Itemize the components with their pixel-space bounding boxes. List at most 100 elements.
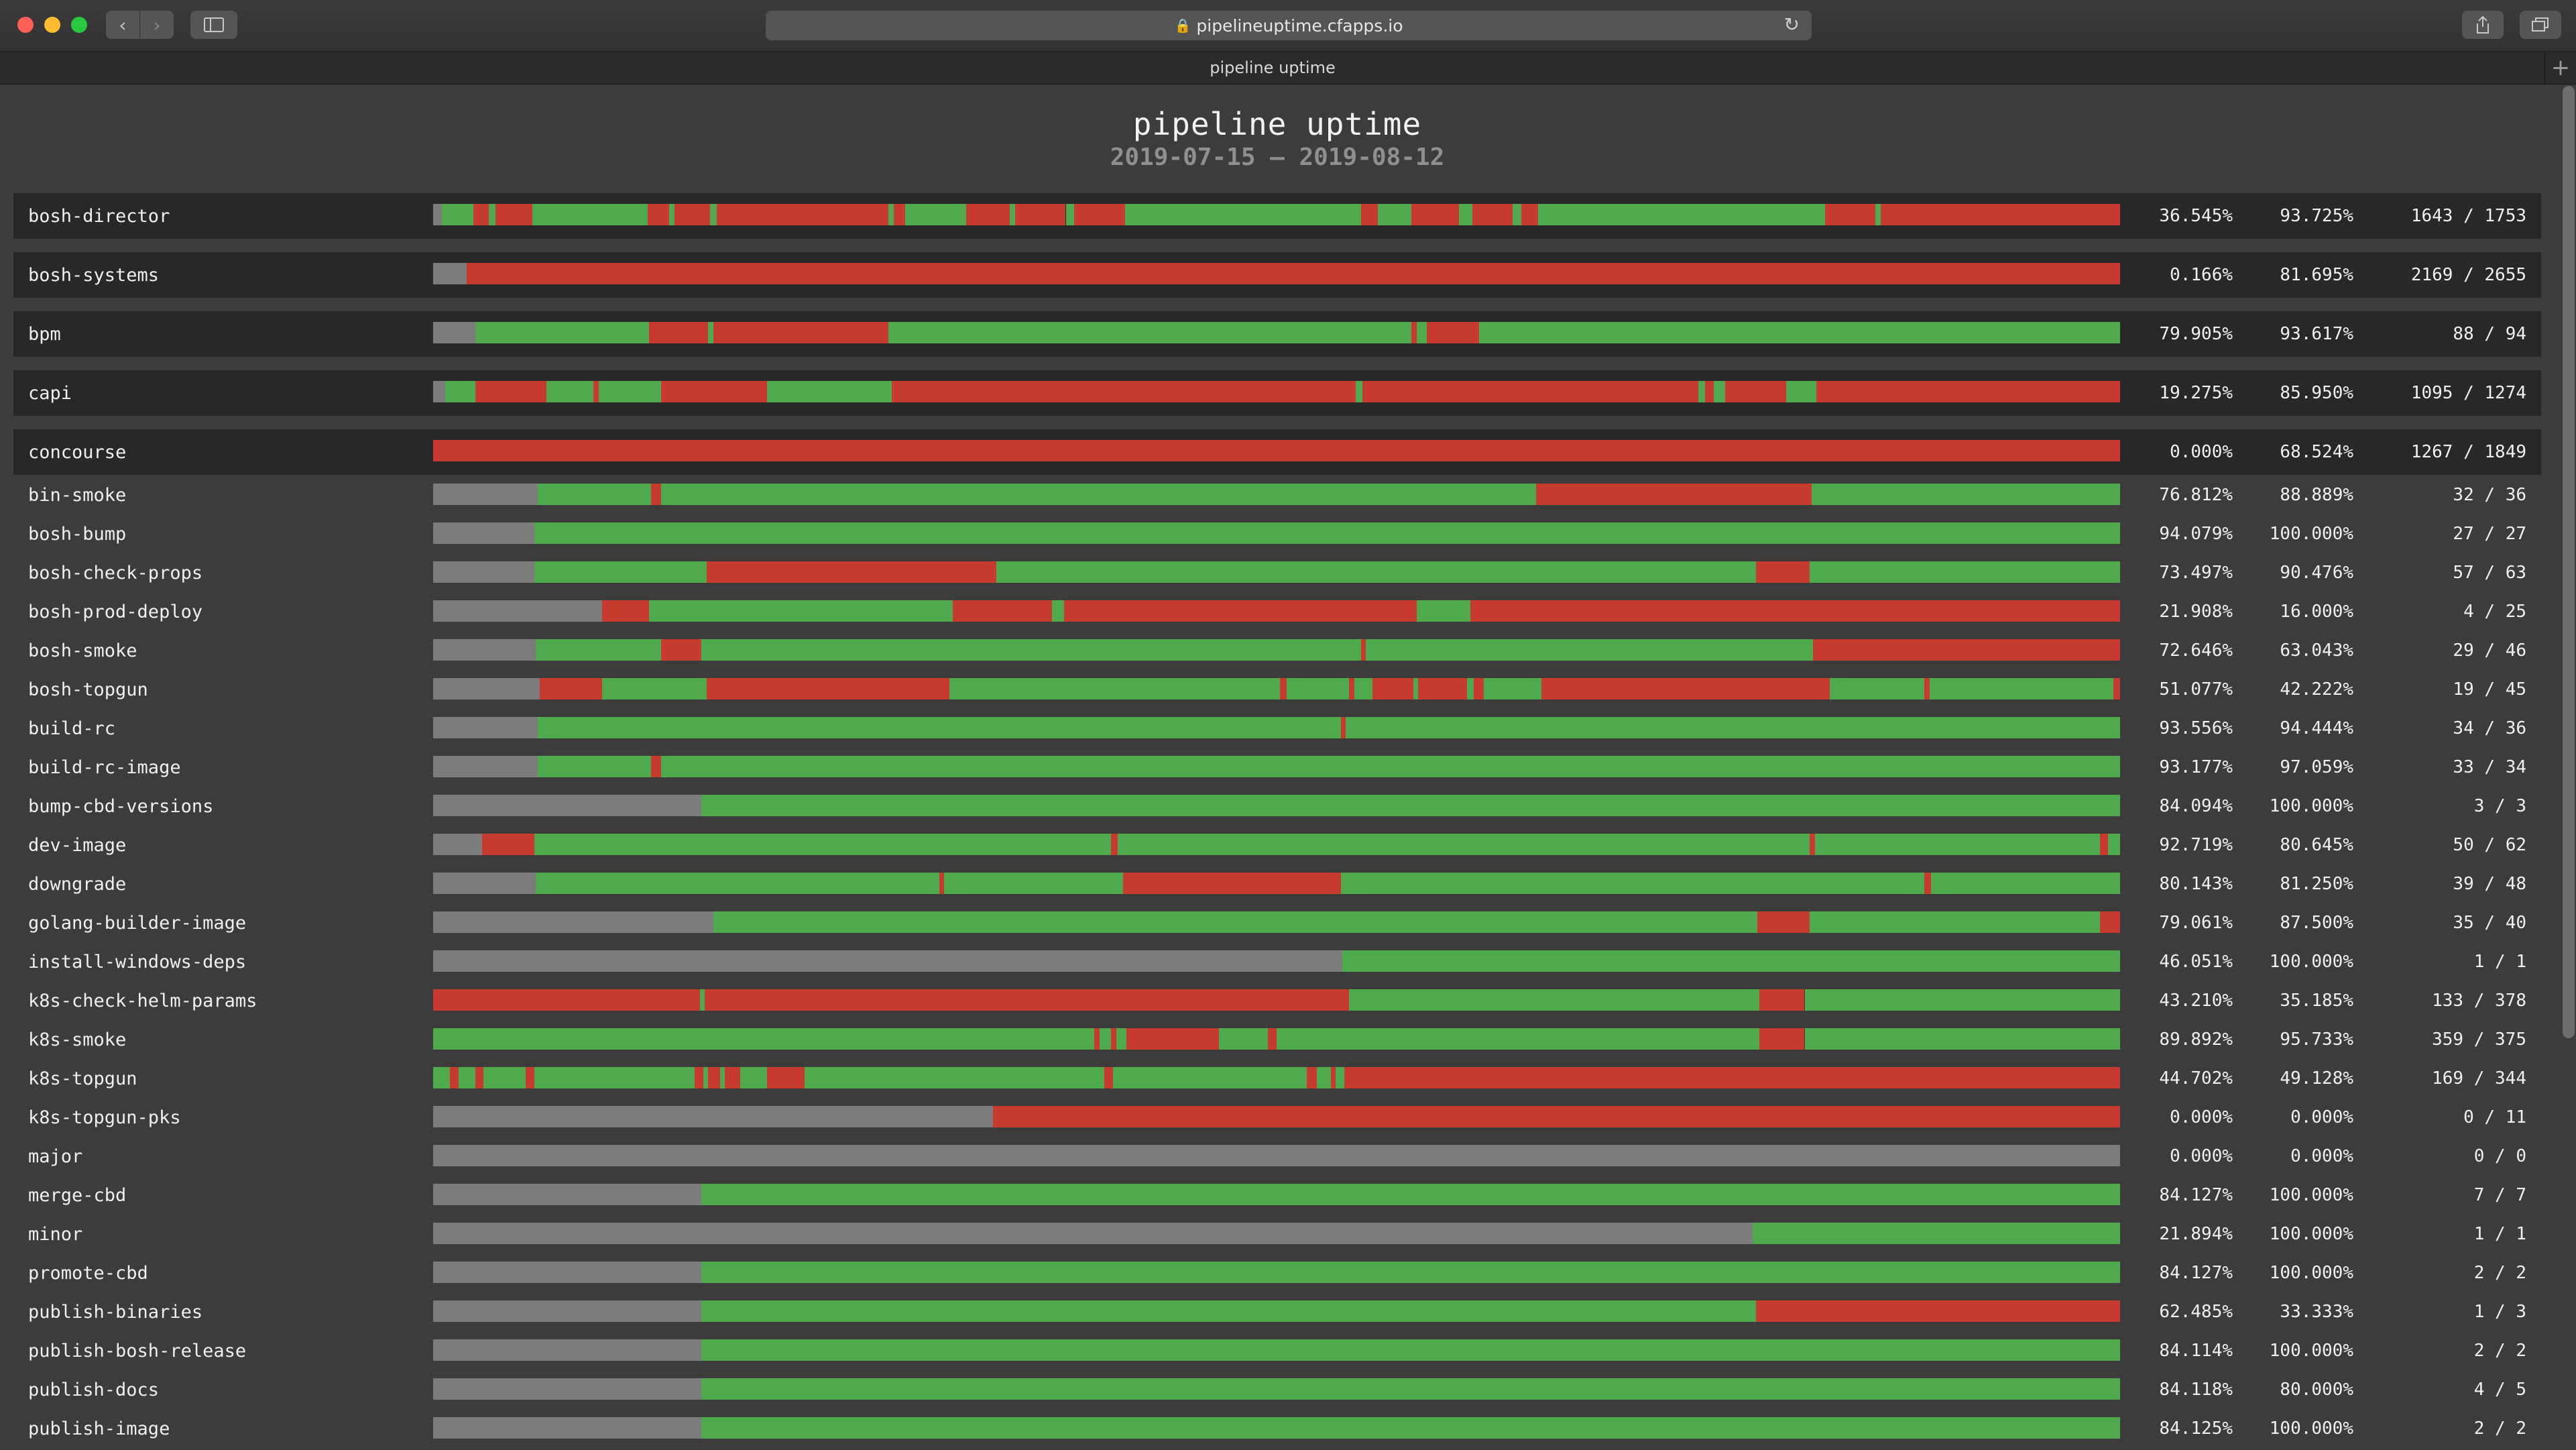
pipeline-name[interactable]: publish-binaries (28, 1294, 202, 1330)
pipeline-name[interactable]: build-rc-image (28, 749, 181, 785)
pipeline-name[interactable]: capi (28, 370, 72, 416)
job-row[interactable]: merge-cbd 84.127% 100.000% 7 / 7 (13, 1177, 2541, 1213)
job-row[interactable]: bump-cbd-versions 84.094% 100.000% 3 / 3 (13, 788, 2541, 824)
pipeline-row[interactable]: concourse 0.000% 68.524% 1267 / 1849 (13, 429, 2541, 475)
pipeline-name[interactable]: bump-cbd-versions (28, 788, 213, 824)
failure-segment (473, 204, 489, 225)
pipeline-name[interactable]: bosh-topgun (28, 671, 148, 708)
job-row[interactable]: build-rc 93.556% 94.444% 34 / 36 (13, 710, 2541, 746)
job-row[interactable]: install-windows-deps 46.051% 100.000% 1 / 1 (13, 944, 2541, 980)
build-count: 4 / 25 (2463, 602, 2526, 622)
sidebar-toggle-button[interactable] (190, 11, 237, 39)
job-row[interactable]: k8s-smoke 89.892% 95.733% 359 / 375 (13, 1021, 2541, 1058)
job-row[interactable]: dev-image 92.719% 80.645% 50 / 62 (13, 827, 2541, 863)
pipeline-name[interactable]: major (28, 1138, 82, 1174)
success-segment (703, 1067, 709, 1089)
pipeline-name[interactable]: bosh-smoke (28, 632, 137, 669)
failure-segment (716, 204, 889, 225)
uptime-timeline-bar (433, 1223, 2120, 1244)
pipeline-name[interactable]: bpm (28, 311, 61, 357)
job-row[interactable]: bosh-topgun 51.077% 42.222% 19 / 45 (13, 671, 2541, 708)
job-row[interactable]: major 0.000% 0.000% 0 / 0 (13, 1138, 2541, 1174)
job-row[interactable]: publish-image 84.125% 100.000% 2 / 2 (13, 1410, 2541, 1447)
forward-button[interactable]: › (140, 11, 174, 39)
build-count: 1 / 1 (2473, 1224, 2526, 1244)
pipeline-name[interactable]: bosh-systems (28, 252, 159, 298)
pipeline-name[interactable]: dev-image (28, 827, 126, 863)
pipeline-name[interactable]: bosh-director (28, 193, 170, 239)
share-button[interactable] (2462, 11, 2504, 39)
job-row[interactable]: promote-cbd 84.127% 100.000% 2 / 2 (13, 1255, 2541, 1291)
reload-icon[interactable]: ↻ (1784, 13, 1800, 36)
job-row[interactable]: k8s-check-helm-params 43.210% 35.185% 133 /… (13, 983, 2541, 1019)
zoom-window-button[interactable] (71, 17, 87, 33)
pipeline-name[interactable]: merge-cbd (28, 1177, 126, 1213)
pipeline-name[interactable]: publish-bosh-release (28, 1333, 246, 1369)
success-segment (1366, 639, 1814, 661)
uptime-timeline-bar (433, 440, 2120, 461)
job-row[interactable]: bin-smoke 76.812% 88.889% 32 / 36 (13, 477, 2541, 513)
back-button[interactable]: ‹ (106, 11, 139, 39)
active-tab[interactable]: pipeline uptime (0, 52, 2545, 84)
pipeline-row[interactable]: bpm 79.905% 93.617% 88 / 94 (13, 311, 2541, 357)
job-row[interactable]: bosh-smoke 72.646% 63.043% 29 / 46 (13, 632, 2541, 669)
uptime-percent: 93.177% (2159, 757, 2233, 777)
job-row[interactable]: publish-docs 84.118% 80.000% 4 / 5 (13, 1372, 2541, 1408)
success-segment (669, 204, 675, 225)
pipeline-name[interactable]: bin-smoke (28, 477, 126, 513)
pipeline-row[interactable]: capi 19.275% 85.950% 1095 / 1274 (13, 370, 2541, 416)
pipeline-name[interactable]: bosh-check-props (28, 555, 202, 591)
close-window-button[interactable] (17, 17, 34, 33)
pipeline-name[interactable]: publish-docs (28, 1372, 159, 1408)
pipeline-row[interactable]: bosh-director 36.545% 93.725% 1643 / 1753 (13, 193, 2541, 239)
job-row[interactable]: publish-binaries 62.485% 33.333% 1 / 3 (13, 1294, 2541, 1330)
pipeline-name[interactable]: k8s-smoke (28, 1021, 126, 1058)
job-row[interactable]: bosh-check-props 73.497% 90.476% 57 / 63 (13, 555, 2541, 591)
pipeline-name[interactable]: concourse (28, 429, 126, 475)
job-row[interactable]: build-rc-image 93.177% 97.059% 33 / 34 (13, 749, 2541, 785)
failure-segment (1816, 381, 2120, 402)
job-row[interactable]: k8s-topgun-pks 0.000% 0.000% 0 / 11 (13, 1099, 2541, 1135)
success-segment (1065, 204, 1075, 225)
pipeline-name[interactable]: k8s-topgun (28, 1060, 137, 1097)
pipeline-name[interactable]: publish-image (28, 1410, 170, 1447)
job-row[interactable]: publish-bosh-release 84.114% 100.000% 2 / 2 (13, 1333, 2541, 1369)
share-icon (2477, 15, 2489, 34)
build-count: 32 / 36 (2453, 485, 2526, 505)
pipeline-name[interactable]: k8s-check-helm-params (28, 983, 257, 1019)
pipeline-name[interactable]: downgrade (28, 866, 126, 902)
pipeline-row[interactable]: bosh-systems 0.166% 81.695% 2169 / 2655 (13, 252, 2541, 298)
success-segment (1010, 204, 1016, 225)
uptime-timeline-bar (433, 756, 2120, 777)
success-segment (1346, 717, 2120, 738)
new-tab-button[interactable]: + (2544, 52, 2576, 84)
job-row[interactable]: bosh-bump 94.079% 100.000% 27 / 27 (13, 516, 2541, 552)
pipeline-name[interactable]: minor (28, 1216, 82, 1252)
minimize-window-button[interactable] (44, 17, 60, 33)
job-row[interactable]: downgrade 80.143% 81.250% 39 / 48 (13, 866, 2541, 902)
pipeline-name[interactable]: bosh-prod-deploy (28, 594, 202, 630)
pipeline-name[interactable]: k8s-topgun-pks (28, 1099, 181, 1135)
success-segment (1416, 322, 1427, 343)
success-rate-percent: 42.222% (2280, 679, 2353, 700)
failure-segment (1362, 381, 1698, 402)
pipeline-name[interactable]: build-rc (28, 710, 115, 746)
success-segment (944, 873, 1124, 894)
job-row[interactable]: k8s-topgun 44.702% 49.128% 169 / 344 (13, 1060, 2541, 1097)
job-row[interactable]: golang-builder-image 79.061% 87.500% 35 / 4… (13, 905, 2541, 941)
success-segment (740, 1067, 768, 1089)
pipeline-name[interactable]: golang-builder-image (28, 905, 246, 941)
success-segment (1811, 484, 2120, 505)
uptime-percent: 76.812% (2159, 485, 2233, 505)
show-tabs-button[interactable] (2520, 11, 2561, 39)
no-data-segment (433, 1145, 2120, 1166)
address-bar[interactable]: 🔒 pipelineuptime.cfapps.io ↻ (766, 11, 1812, 40)
job-row[interactable]: minor 21.894% 100.000% 1 / 1 (13, 1216, 2541, 1252)
vertical-scrollbar[interactable] (2563, 86, 2575, 1038)
pipeline-name[interactable]: install-windows-deps (28, 944, 246, 980)
pipeline-name[interactable]: bosh-bump (28, 516, 126, 552)
success-segment (534, 834, 1112, 855)
job-row[interactable]: bosh-prod-deploy 21.908% 16.000% 4 / 25 (13, 594, 2541, 630)
pipeline-name[interactable]: promote-cbd (28, 1255, 148, 1291)
success-segment (1112, 1067, 1307, 1089)
